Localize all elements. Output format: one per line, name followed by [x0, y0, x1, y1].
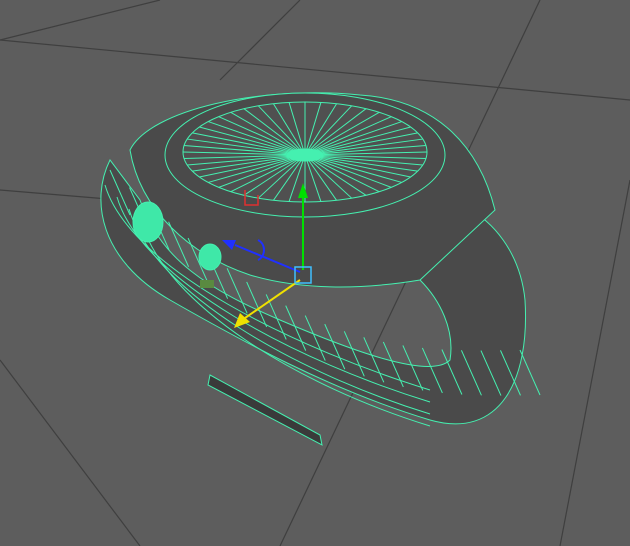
watch-wireframe-mesh[interactable]: [100, 92, 541, 446]
crown-button: [132, 201, 164, 243]
viewport-canvas[interactable]: [0, 0, 630, 546]
strap-buckle: [207, 374, 323, 446]
strap-edge: [519, 349, 541, 396]
3d-viewport[interactable]: [0, 0, 630, 546]
pusher-button: [198, 243, 222, 271]
face-center: [286, 148, 324, 162]
component-marker: [200, 280, 214, 288]
